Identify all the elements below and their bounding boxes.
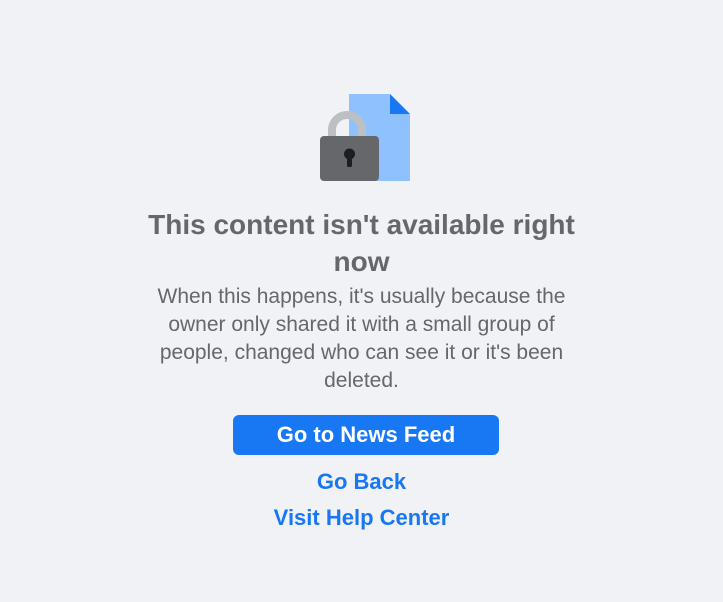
go-back-link[interactable]: Go Back [0,467,723,497]
content-unavailable-page: This content isn't available right now W… [0,0,723,602]
locked-document-icon [318,92,412,182]
go-to-news-feed-button[interactable]: Go to News Feed [233,415,499,455]
error-message: When this happens, it's usually because … [157,285,566,392]
locked-document-illustration [320,94,410,181]
error-title: This content isn't available right now [148,209,575,277]
visit-help-center-link[interactable]: Visit Help Center [0,503,723,533]
